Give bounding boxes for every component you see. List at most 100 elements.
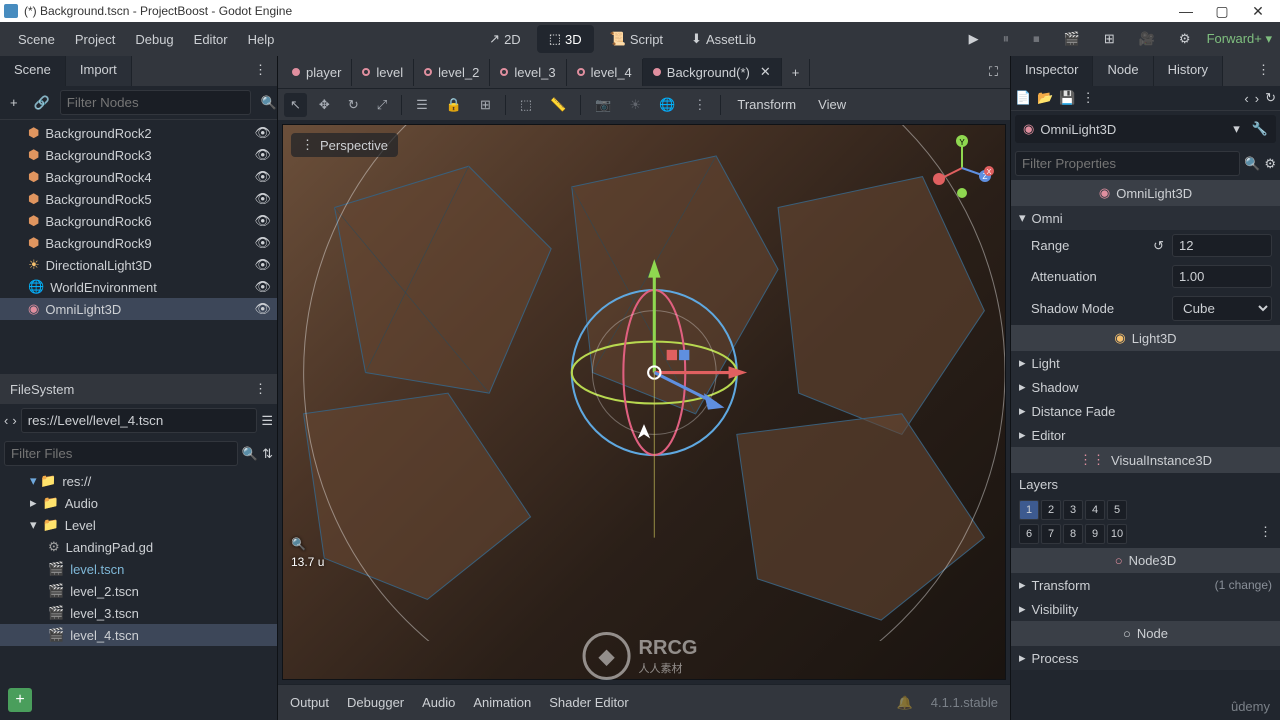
layer-7[interactable]: 7 [1041,524,1061,544]
visibility-toggle-icon[interactable]: 👁 [254,191,271,207]
layer-9[interactable]: 9 [1085,524,1105,544]
add-fab-button[interactable]: + [8,688,32,712]
snap-icon[interactable]: ⬚ [514,93,538,117]
group-editor[interactable]: ▸ Editor [1011,423,1280,447]
menu-project[interactable]: Project [65,26,125,53]
filesystem-tree[interactable]: ▾ 📁 res:// ▸ 📁 Audio▾ 📁 Level⚙ LandingPa… [0,470,277,720]
group-omni[interactable]: ▾ Omni [1011,206,1280,230]
world-icon[interactable]: 🌐 [653,93,681,117]
group-visibility[interactable]: ▸ Visibility [1011,597,1280,621]
minimize-button[interactable]: — [1168,3,1204,19]
fs-item-Audio[interactable]: ▸ 📁 Audio [0,492,277,514]
scene-tab-level_2[interactable]: level_2 [414,59,490,86]
group-shadow[interactable]: ▸ Shadow [1011,375,1280,399]
fs-view-mode[interactable]: ☰ [261,413,273,429]
layer-10[interactable]: 10 [1107,524,1127,544]
render-mode-dropdown[interactable]: Forward+ ▾ [1207,31,1272,47]
bottom-output[interactable]: Output [290,695,329,710]
tab-scene[interactable]: Scene [0,56,66,86]
filter-properties-input[interactable] [1015,151,1240,176]
filesystem-options[interactable]: ⋮ [254,381,267,397]
visibility-toggle-icon[interactable]: 👁 [254,147,271,163]
group-transform[interactable]: ▸ Transform(1 change) [1011,573,1280,597]
tree-node-BackgroundRock6[interactable]: ⬢ BackgroundRock6👁 [0,210,277,232]
layer-4[interactable]: 4 [1085,500,1105,520]
history-forward-icon[interactable]: › [1255,91,1259,106]
layer-2[interactable]: 2 [1041,500,1061,520]
scene-panel-options[interactable]: ⋮ [244,56,277,86]
scene-tree[interactable]: ⬢ BackgroundRock2👁⬢ BackgroundRock3👁⬢ Ba… [0,120,277,374]
filter-search-icon[interactable]: 🔍 [1244,156,1260,172]
add-scene-tab[interactable]: + [782,59,811,86]
tab-import[interactable]: Import [66,56,132,86]
bottom-audio[interactable]: Audio [422,695,455,710]
scene-tab-level_3[interactable]: level_3 [490,59,566,86]
open-docs-icon[interactable]: 🔧 [1252,121,1268,137]
history-back-icon[interactable]: ‹ [1244,91,1248,106]
fs-item-level.tscn[interactable]: 🎬 level.tscn [0,558,277,580]
layer-3[interactable]: 3 [1063,500,1083,520]
render-settings-icon[interactable]: ⚙ [1171,27,1199,51]
fs-path-input[interactable] [21,408,258,433]
close-button[interactable]: ✕ [1240,3,1276,20]
inspector-panel-options[interactable]: ⋮ [1247,56,1280,86]
fs-item-Level[interactable]: ▾ 📁 Level [0,514,277,536]
visibility-toggle-icon[interactable]: 👁 [254,213,271,229]
group-distance-fade[interactable]: ▸ Distance Fade [1011,399,1280,423]
pause-button[interactable]: ⏸ [995,27,1018,51]
tab-history[interactable]: History [1154,56,1223,86]
ruler-icon[interactable]: 📏 [544,93,572,117]
shadow-mode-select[interactable]: Cube [1172,296,1272,321]
group-process[interactable]: ▸ Process [1011,646,1280,670]
inspector-node-selector[interactable]: ◉ OmniLight3D ▾ 🔧 [1015,115,1276,143]
visibility-toggle-icon[interactable]: 👁 [254,125,271,141]
tree-node-DirectionalLight3D[interactable]: ☀ DirectionalLight3D👁 [0,254,277,276]
fs-item-level_3.tscn[interactable]: 🎬 level_3.tscn [0,602,277,624]
visibility-toggle-icon[interactable]: 👁 [254,235,271,251]
menu-help[interactable]: Help [238,26,285,53]
menu-debug[interactable]: Debug [125,26,183,53]
tree-node-BackgroundRock5[interactable]: ⬢ BackgroundRock5👁 [0,188,277,210]
layer-6[interactable]: 6 [1019,524,1039,544]
fs-forward-button[interactable]: › [12,413,16,428]
play-custom-button[interactable]: ⊞ [1096,27,1123,51]
maximize-button[interactable]: ▢ [1204,3,1240,20]
fs-item-level_2.tscn[interactable]: 🎬 level_2.tscn [0,580,277,602]
fs-item-level_4.tscn[interactable]: 🎬 level_4.tscn [0,624,277,646]
play-scene-button[interactable]: 🎬 [1056,27,1088,51]
tab-node[interactable]: Node [1093,56,1153,86]
group-light[interactable]: ▸ Light [1011,351,1280,375]
load-resource-icon[interactable]: 📂 [1037,90,1053,106]
layer-8[interactable]: 8 [1063,524,1083,544]
distraction-free-icon[interactable]: ⛶ [981,64,1006,80]
tree-node-BackgroundRock4[interactable]: ⬢ BackgroundRock4👁 [0,166,277,188]
mode-script[interactable]: 📜 Script [598,25,675,53]
visibility-toggle-icon[interactable]: 👁 [254,257,271,273]
bottom-animation[interactable]: Animation [473,695,531,710]
move-tool[interactable]: ✥ [313,93,336,117]
bottom-shader[interactable]: Shader Editor [549,695,629,710]
scene-tab-player[interactable]: player [282,59,352,86]
add-node-button[interactable]: + [4,91,24,114]
tree-node-BackgroundRock3[interactable]: ⬢ BackgroundRock3👁 [0,144,277,166]
fs-filter-input[interactable] [4,441,238,466]
reset-range-icon[interactable]: ↺ [1153,238,1164,254]
save-resource-icon[interactable]: 💾 [1059,90,1075,106]
scene-tab-level_4[interactable]: level_4 [567,59,643,86]
scale-tool[interactable]: ⤢ [371,93,393,117]
select-tool[interactable]: ↖ [284,93,307,117]
sun-icon[interactable]: ☀ [624,93,648,117]
group-icon[interactable]: ⊞ [474,93,497,117]
menu-scene[interactable]: Scene [8,26,65,53]
mode-assetlib[interactable]: ⬇ AssetLib [679,25,768,53]
visibility-toggle-icon[interactable]: 👁 [254,279,271,295]
snap-list-icon[interactable]: ☰ [410,93,434,117]
tree-node-BackgroundRock9[interactable]: ⬢ BackgroundRock9👁 [0,232,277,254]
filter-options-icon[interactable]: ⚙ [1264,156,1276,172]
fs-search-icon[interactable]: 🔍 [242,446,258,462]
fs-sort-icon[interactable]: ⇅ [262,446,273,462]
play-button[interactable]: ▶ [961,27,987,51]
close-tab-icon[interactable]: ✕ [760,64,771,80]
layers-more-icon[interactable]: ⋮ [1259,524,1272,544]
attenuation-input[interactable]: 1.00 [1172,265,1272,288]
